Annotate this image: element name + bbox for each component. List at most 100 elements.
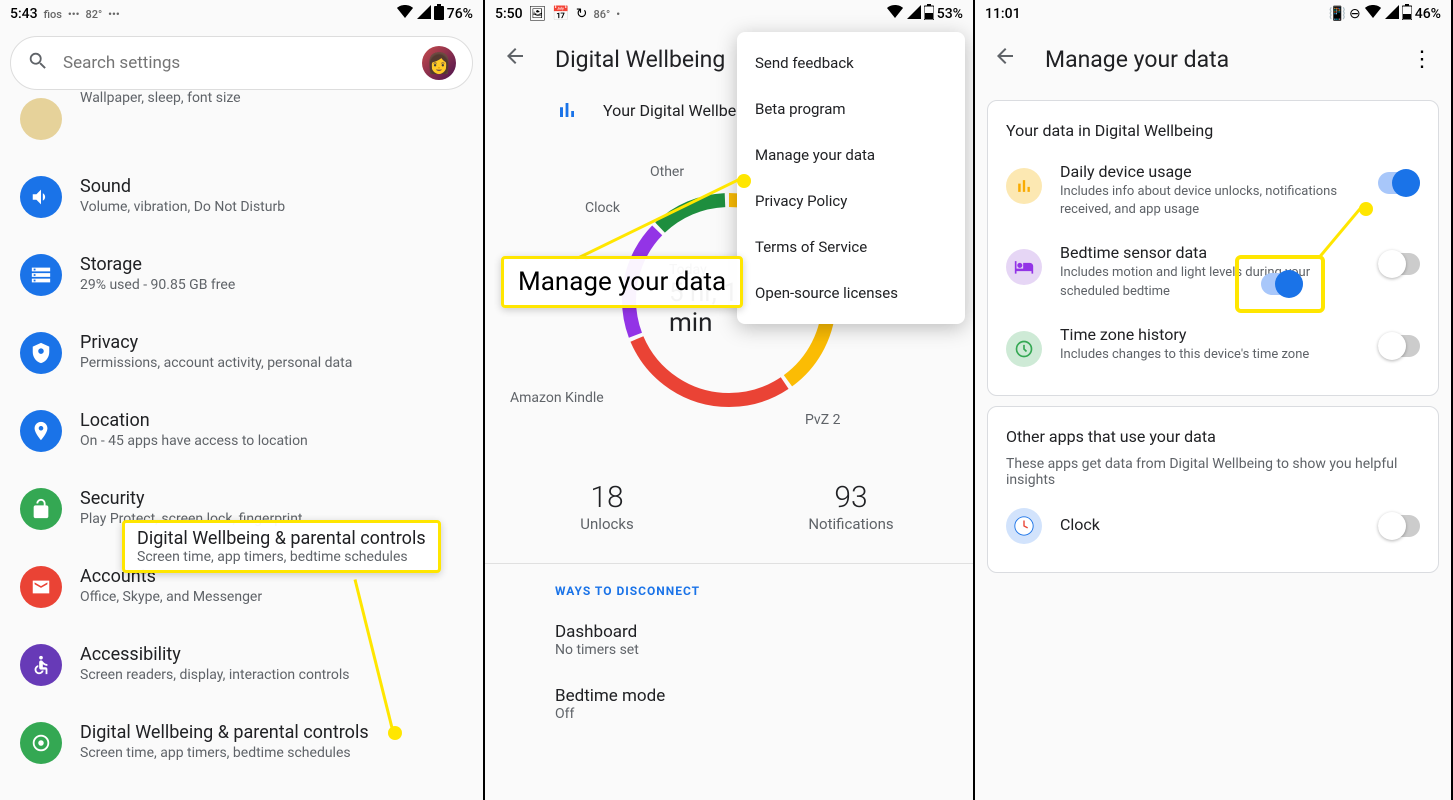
chart-label-kindle: Amazon Kindle xyxy=(510,390,604,406)
status-temp: 82° xyxy=(85,8,102,21)
settings-item-security[interactable]: Security Play Protect, screen lock, fing… xyxy=(12,470,471,548)
data-title: Time zone history xyxy=(1060,325,1360,344)
status-bar: 5:43 fios ••• 82° ••• 76% xyxy=(0,0,483,28)
stat-unlocks[interactable]: 18 Unlocks xyxy=(485,480,729,533)
section-header: Your data in Digital Wellbeing xyxy=(988,117,1438,150)
wellbeing-screen: 5:50 🖼 📅 ↻ 86° • 53% Digital Wellbeing Y… xyxy=(485,0,975,800)
settings-item-privacy[interactable]: Privacy Permissions, account activity, p… xyxy=(12,314,471,392)
settings-item-storage[interactable]: Storage 29% used - 90.85 GB free xyxy=(12,236,471,314)
settings-subtitle: Play Protect, screen lock, fingerprint xyxy=(80,511,463,527)
toggle-timezone[interactable] xyxy=(1378,335,1420,357)
status-temp: 86° xyxy=(594,8,611,21)
data-title: Clock xyxy=(1060,515,1360,534)
status-time: 5:50 xyxy=(495,6,523,22)
status-bar: 11:01 📳 ⊖ 46% xyxy=(975,0,1451,28)
battery-icon xyxy=(434,4,444,24)
chart-label-pvz: PvZ 2 xyxy=(805,412,840,428)
search-icon xyxy=(27,50,49,76)
vibrate-icon: 📳 xyxy=(1329,6,1346,22)
battery-percent: 53% xyxy=(937,6,963,22)
battery-icon xyxy=(1402,4,1412,24)
settings-subtitle: Permissions, account activity, personal … xyxy=(80,355,463,371)
back-button[interactable] xyxy=(993,44,1017,74)
overflow-menu: Send feedback Beta program Manage your d… xyxy=(737,32,965,324)
status-time: 11:01 xyxy=(985,6,1021,22)
status-dot: • xyxy=(616,8,620,21)
settings-item-accessibility[interactable]: Accessibility Screen readers, display, i… xyxy=(12,626,471,704)
search-bar[interactable]: 👩 xyxy=(10,36,473,90)
page-title: Manage your data xyxy=(1045,46,1229,73)
bedtime-mode-item[interactable]: Bedtime mode Off xyxy=(485,672,973,736)
dnd-icon: ⊖ xyxy=(1349,6,1361,22)
wifi-icon xyxy=(886,5,904,23)
chart-label-other: Other xyxy=(650,164,684,180)
privacy-icon xyxy=(20,332,62,374)
dashboard-item[interactable]: Dashboard No timers set xyxy=(485,608,973,672)
menu-beta-program[interactable]: Beta program xyxy=(737,86,965,132)
settings-item-location[interactable]: Location On - 45 apps have access to loc… xyxy=(12,392,471,470)
clock-icon xyxy=(1006,331,1042,367)
menu-manage-data[interactable]: Manage your data xyxy=(737,132,965,178)
status-dots: ••• xyxy=(68,8,80,21)
data-title: Bedtime sensor data xyxy=(1060,243,1360,262)
menu-terms-service[interactable]: Terms of Service xyxy=(737,224,965,270)
page-title: Digital Wellbeing xyxy=(555,46,725,73)
row-daily-usage: Daily device usage Includes info about d… xyxy=(988,150,1438,231)
settings-subtitle: 29% used - 90.85 GB free xyxy=(80,277,463,293)
header: Manage your data ⋮ xyxy=(975,28,1451,90)
sync-icon: ↻ xyxy=(576,6,588,22)
data-section-wellbeing: Your data in Digital Wellbeing Daily dev… xyxy=(987,100,1439,396)
settings-subtitle: Screen time, app timers, bedtime schedul… xyxy=(80,745,463,761)
signal-icon xyxy=(1385,5,1399,23)
toggle-clock-app[interactable] xyxy=(1378,515,1420,537)
avatar[interactable]: 👩 xyxy=(422,46,456,80)
settings-subtitle: Volume, vibration, Do Not Disturb xyxy=(80,199,463,215)
settings-screen: 5:43 fios ••• 82° ••• 76% 👩 xyxy=(0,0,485,800)
section-header: Other apps that use your data xyxy=(988,423,1438,456)
battery-percent: 46% xyxy=(1415,6,1441,22)
menu-privacy-policy[interactable]: Privacy Policy xyxy=(737,178,965,224)
data-title: Daily device usage xyxy=(1060,162,1360,181)
wifi-icon xyxy=(396,5,414,23)
bar-chart-icon xyxy=(1006,168,1042,204)
stats-row: 18 Unlocks 93 Notifications xyxy=(485,470,973,563)
screenshot-icon: 🖼 xyxy=(529,6,547,22)
toggle-bedtime-sensor[interactable] xyxy=(1378,253,1420,275)
row-timezone: Time zone history Includes changes to th… xyxy=(988,313,1438,379)
section-header: WAYS TO DISCONNECT xyxy=(485,564,973,608)
calendar-icon: 📅 xyxy=(552,6,569,22)
location-icon xyxy=(20,410,62,452)
settings-title: Location xyxy=(80,410,463,431)
wifi-icon xyxy=(1364,5,1382,23)
stat-notifications[interactable]: 93 Notifications xyxy=(729,480,973,533)
display-icon xyxy=(20,98,62,140)
settings-title: Sound xyxy=(80,176,463,197)
chart-label-clock: Clock xyxy=(585,200,620,216)
menu-send-feedback[interactable]: Send feedback xyxy=(737,40,965,86)
settings-subtitle: Wallpaper, sleep, font size xyxy=(80,90,463,106)
data-desc: Includes changes to this device's time z… xyxy=(1060,346,1360,364)
settings-item-wellbeing[interactable]: Digital Wellbeing & parental controls Sc… xyxy=(12,704,471,782)
status-dots: ••• xyxy=(108,8,120,21)
bar-chart-icon xyxy=(555,98,579,122)
more-button[interactable]: ⋮ xyxy=(1411,47,1433,72)
toggle-daily-usage[interactable] xyxy=(1378,172,1420,194)
settings-title: Privacy xyxy=(80,332,463,353)
manage-data-screen: 11:01 📳 ⊖ 46% Manage your data ⋮ Your da… xyxy=(975,0,1453,800)
settings-item-accounts[interactable]: Accounts Office, Skype, and Messenger xyxy=(12,548,471,626)
search-input[interactable] xyxy=(63,53,408,73)
wellbeing-icon xyxy=(20,722,62,764)
clock-app-icon xyxy=(1006,508,1042,544)
status-bar: 5:50 🖼 📅 ↻ 86° • 53% xyxy=(485,0,973,28)
settings-subtitle: On - 45 apps have access to location xyxy=(80,433,463,449)
settings-subtitle: Screen readers, display, interaction con… xyxy=(80,667,463,683)
menu-licenses[interactable]: Open-source licenses xyxy=(737,270,965,316)
signal-icon xyxy=(907,5,921,23)
status-time: 5:43 xyxy=(10,6,38,22)
sound-icon xyxy=(20,176,62,218)
accounts-icon xyxy=(20,566,62,608)
signal-icon xyxy=(417,5,431,23)
settings-item-display[interactable]: Wallpaper, sleep, font size xyxy=(12,98,471,158)
settings-item-sound[interactable]: Sound Volume, vibration, Do Not Disturb xyxy=(12,158,471,236)
back-button[interactable] xyxy=(503,44,527,74)
